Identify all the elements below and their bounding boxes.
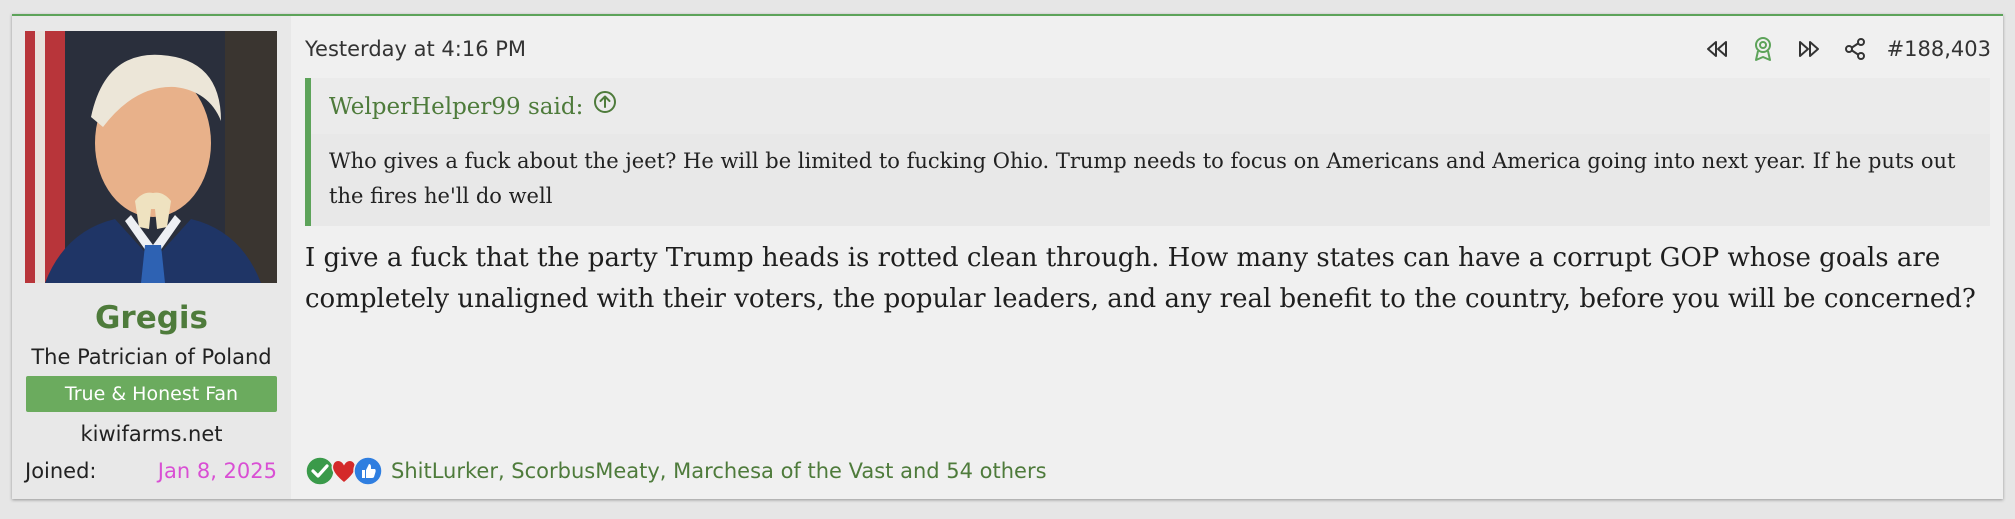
user-banner: True & Honest Fan — [26, 376, 277, 412]
user-info-panel: Gregis The Patrician of Poland True & Ho… — [12, 16, 291, 499]
post-message: I give a fuck that the party Trump heads… — [305, 243, 1976, 314]
award-icon[interactable] — [1749, 35, 1777, 63]
joined-label: Joined: — [25, 459, 97, 483]
quote-author[interactable]: WelperHelper99 said: — [329, 91, 583, 123]
username[interactable]: Gregis — [12, 298, 291, 338]
quote-text: Who gives a fuck about the jeet? He will… — [329, 149, 1956, 208]
joined-date: Jan 8, 2025 — [157, 459, 277, 483]
next-post-icon[interactable] — [1795, 35, 1823, 63]
previous-post-icon[interactable] — [1703, 35, 1731, 63]
post-actions: #188,403 — [1703, 32, 1991, 66]
post-number-link[interactable]: #188,403 — [1887, 37, 1991, 61]
quote-block: WelperHelper99 said: Who gives a fuck ab… — [305, 78, 1990, 226]
user-title: The Patrician of Poland — [31, 345, 272, 369]
thumbs-up-reaction-icon[interactable] — [353, 456, 383, 486]
post-timestamp[interactable]: Yesterday at 4:16 PM — [305, 32, 526, 66]
jump-to-quote-icon[interactable] — [593, 90, 617, 123]
user-site: kiwifarms.net — [80, 422, 223, 446]
avatar[interactable] — [25, 31, 277, 283]
reactions-users[interactable]: ShitLurker, ScorbusMeaty, Marchesa of th… — [391, 456, 1047, 486]
share-icon[interactable] — [1841, 35, 1869, 63]
post-container: Gregis The Patrician of Poland True & Ho… — [12, 14, 2003, 499]
reactions-bar[interactable]: ShitLurker, ScorbusMeaty, Marchesa of th… — [305, 454, 1047, 488]
quote-author-link[interactable]: WelperHelper99 said: — [329, 90, 617, 123]
